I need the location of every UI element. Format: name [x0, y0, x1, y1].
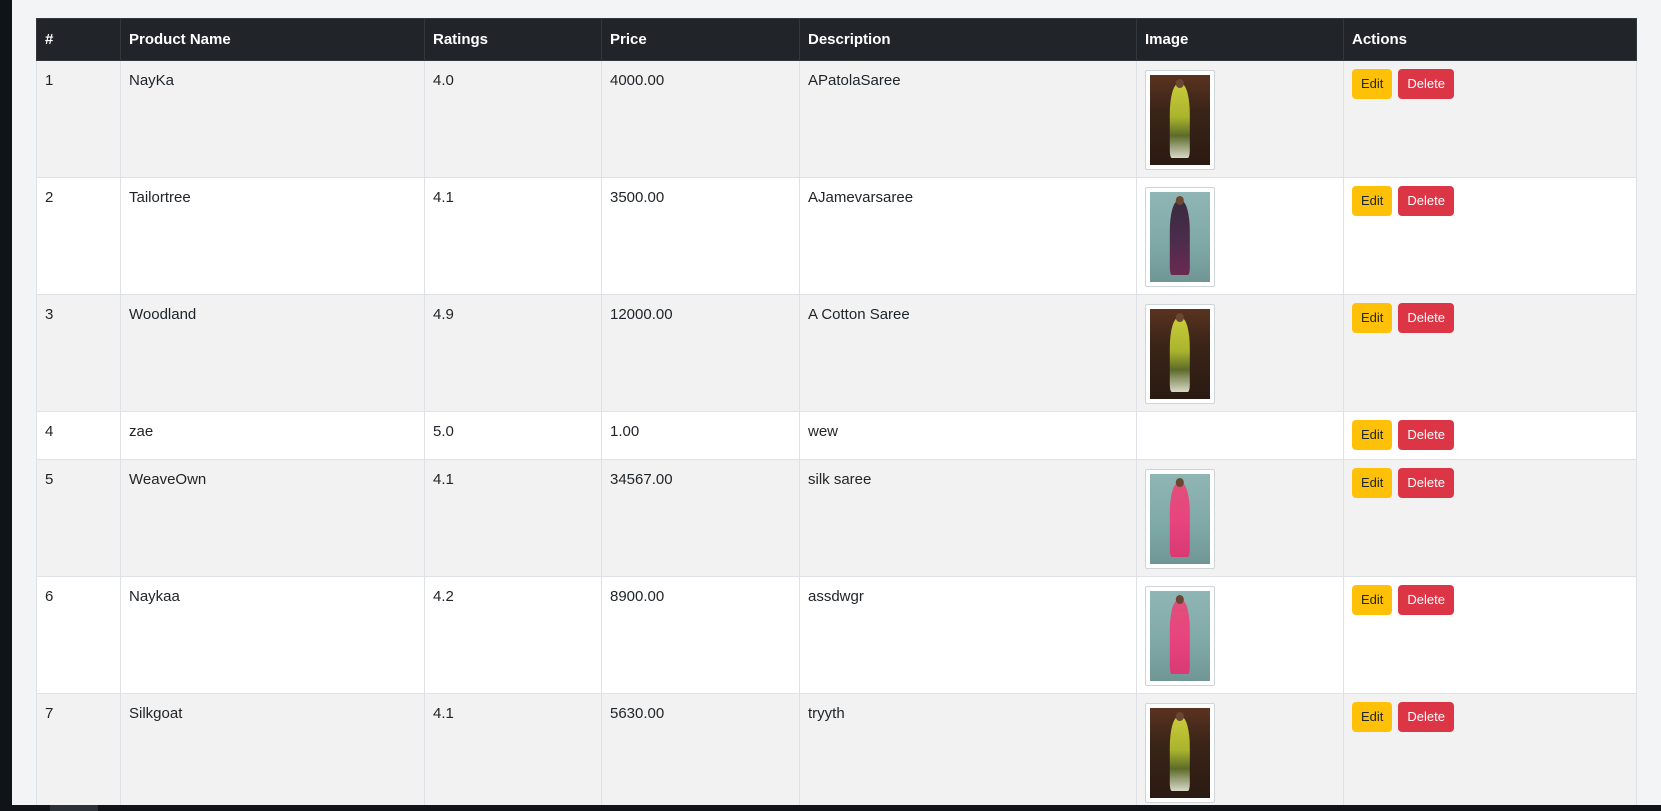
- cell-description: tryyth: [799, 693, 1137, 805]
- delete-button[interactable]: Delete: [1398, 303, 1454, 333]
- products-table: # Product Name Ratings Price Description…: [36, 18, 1637, 805]
- cell-index: 7: [36, 693, 121, 805]
- cell-index: 4: [36, 411, 121, 460]
- table-row: 6 Naykaa 4.2 8900.00 assdwgr Edit Delete: [36, 576, 1637, 694]
- cell-image: [1136, 693, 1344, 805]
- scrollbar-thumb[interactable]: [50, 805, 98, 811]
- cell-description: wew: [799, 411, 1137, 460]
- edit-button[interactable]: Edit: [1352, 303, 1393, 333]
- edit-button[interactable]: Edit: [1352, 69, 1393, 99]
- cell-price: 4000.00: [601, 60, 800, 178]
- cell-index: 1: [36, 60, 121, 178]
- cell-actions: Edit Delete: [1343, 459, 1637, 577]
- table-row: 3 Woodland 4.9 12000.00 A Cotton Saree Edit De…: [36, 294, 1637, 412]
- cell-image: [1136, 60, 1344, 178]
- cell-price: 1.00: [601, 411, 800, 460]
- cell-rating: 4.1: [424, 459, 602, 577]
- product-thumbnail: [1145, 703, 1215, 803]
- cell-actions: Edit Delete: [1343, 693, 1637, 805]
- header-price: Price: [601, 18, 800, 61]
- cell-price: 34567.00: [601, 459, 800, 577]
- cell-rating: 4.1: [424, 693, 602, 805]
- cell-description: silk saree: [799, 459, 1137, 577]
- cell-index: 6: [36, 576, 121, 694]
- table-row: 2 Tailortree 4.1 3500.00 AJamevarsaree Edit De…: [36, 177, 1637, 295]
- delete-button[interactable]: Delete: [1398, 468, 1454, 498]
- header-actions: Actions: [1343, 18, 1637, 61]
- table-row: 7 Silkgoat 4.1 5630.00 tryyth Edit Delete: [36, 693, 1637, 805]
- cell-actions: Edit Delete: [1343, 60, 1637, 178]
- main-content: # Product Name Ratings Price Description…: [12, 0, 1661, 805]
- delete-button[interactable]: Delete: [1398, 702, 1454, 732]
- cell-description: assdwgr: [799, 576, 1137, 694]
- cell-image: [1136, 459, 1344, 577]
- header-product-name: Product Name: [120, 18, 425, 61]
- edit-button[interactable]: Edit: [1352, 420, 1393, 450]
- cell-image: [1136, 177, 1344, 295]
- cell-index: 2: [36, 177, 121, 295]
- cell-rating: 4.0: [424, 60, 602, 178]
- table-row: 5 WeaveOwn 4.1 34567.00 silk saree Edit Delete: [36, 459, 1637, 577]
- edit-button[interactable]: Edit: [1352, 186, 1393, 216]
- product-thumbnail: [1145, 70, 1215, 170]
- cell-price: 3500.00: [601, 177, 800, 295]
- edit-button[interactable]: Edit: [1352, 468, 1393, 498]
- product-thumbnail: [1145, 187, 1215, 287]
- cell-actions: Edit Delete: [1343, 411, 1637, 460]
- table-row: 1 NayKa 4.0 4000.00 APatolaSaree Edit Delete: [36, 60, 1637, 178]
- delete-button[interactable]: Delete: [1398, 186, 1454, 216]
- edit-button[interactable]: Edit: [1352, 702, 1393, 732]
- cell-index: 5: [36, 459, 121, 577]
- cell-product-name: NayKa: [120, 60, 425, 178]
- cell-rating: 4.2: [424, 576, 602, 694]
- table-header-row: # Product Name Ratings Price Description…: [36, 18, 1637, 61]
- horizontal-scrollbar[interactable]: [0, 805, 1661, 811]
- cell-index: 3: [36, 294, 121, 412]
- product-thumbnail: [1145, 586, 1215, 686]
- header-ratings: Ratings: [424, 18, 602, 61]
- cell-description: AJamevarsaree: [799, 177, 1137, 295]
- header-image: Image: [1136, 18, 1344, 61]
- cell-description: APatolaSaree: [799, 60, 1137, 178]
- cell-actions: Edit Delete: [1343, 177, 1637, 295]
- edit-button[interactable]: Edit: [1352, 585, 1393, 615]
- cell-product-name: WeaveOwn: [120, 459, 425, 577]
- cell-image: [1136, 576, 1344, 694]
- cell-actions: Edit Delete: [1343, 576, 1637, 694]
- cell-product-name: Tailortree: [120, 177, 425, 295]
- cell-product-name: zae: [120, 411, 425, 460]
- delete-button[interactable]: Delete: [1398, 585, 1454, 615]
- product-thumbnail: [1145, 469, 1215, 569]
- header-index: #: [36, 18, 121, 61]
- delete-button[interactable]: Delete: [1398, 69, 1454, 99]
- cell-price: 5630.00: [601, 693, 800, 805]
- cell-rating: 4.9: [424, 294, 602, 412]
- cell-actions: Edit Delete: [1343, 294, 1637, 412]
- cell-image: [1136, 294, 1344, 412]
- cell-product-name: Naykaa: [120, 576, 425, 694]
- cell-image: [1136, 411, 1344, 460]
- cell-rating: 4.1: [424, 177, 602, 295]
- delete-button[interactable]: Delete: [1398, 420, 1454, 450]
- cell-price: 8900.00: [601, 576, 800, 694]
- table-row: 4 zae 5.0 1.00 wew Edit Delete: [36, 411, 1637, 460]
- cell-product-name: Silkgoat: [120, 693, 425, 805]
- cell-price: 12000.00: [601, 294, 800, 412]
- cell-description: A Cotton Saree: [799, 294, 1137, 412]
- cell-product-name: Woodland: [120, 294, 425, 412]
- cell-rating: 5.0: [424, 411, 602, 460]
- header-description: Description: [799, 18, 1137, 61]
- product-thumbnail: [1145, 304, 1215, 404]
